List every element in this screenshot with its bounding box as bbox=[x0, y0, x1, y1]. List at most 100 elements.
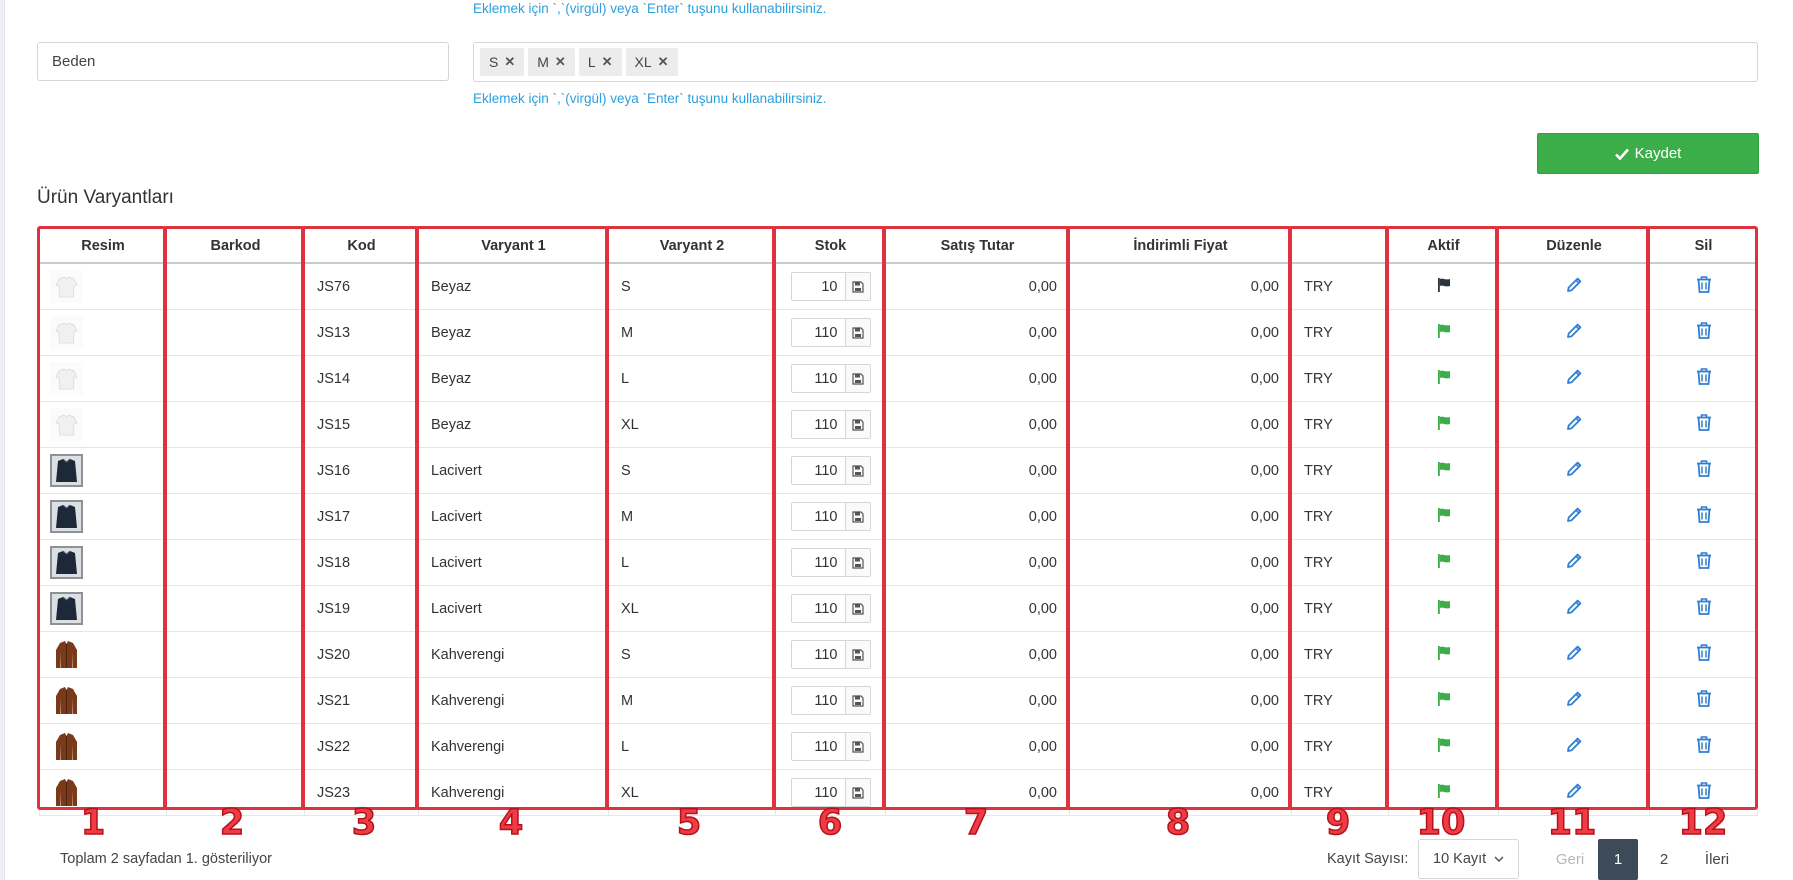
pagination-prev[interactable]: Geri bbox=[1548, 839, 1592, 880]
tag-label: M bbox=[537, 54, 549, 70]
tag-remove-icon[interactable]: ✕ bbox=[602, 54, 613, 70]
edit-button[interactable] bbox=[1565, 598, 1583, 616]
stock-save-button[interactable] bbox=[844, 456, 871, 485]
active-toggle[interactable] bbox=[1436, 415, 1452, 431]
tag-remove-icon[interactable]: ✕ bbox=[658, 54, 669, 70]
variant-thumbnail[interactable] bbox=[50, 408, 156, 441]
edit-button[interactable] bbox=[1565, 460, 1583, 478]
delete-button[interactable] bbox=[1695, 413, 1713, 432]
sale-price-cell: 0,00 bbox=[885, 447, 1070, 494]
stock-save-button[interactable] bbox=[844, 318, 871, 347]
stock-input[interactable] bbox=[790, 548, 845, 577]
edit-button[interactable] bbox=[1565, 782, 1583, 800]
stock-save-button[interactable] bbox=[844, 640, 871, 669]
variant-1-cell: Lacivert bbox=[418, 585, 609, 632]
variant-thumbnail[interactable] bbox=[50, 546, 156, 579]
attribute-name-input[interactable]: Beden bbox=[37, 42, 449, 81]
delete-button[interactable] bbox=[1695, 735, 1713, 754]
variant-thumbnail[interactable] bbox=[50, 270, 156, 303]
delete-button[interactable] bbox=[1695, 551, 1713, 570]
variant-thumbnail[interactable] bbox=[50, 362, 156, 395]
stock-save-button[interactable] bbox=[844, 686, 871, 715]
stock-input[interactable] bbox=[790, 410, 845, 439]
delete-button[interactable] bbox=[1695, 275, 1713, 294]
edit-button[interactable] bbox=[1565, 276, 1583, 294]
stock-input[interactable] bbox=[790, 640, 845, 669]
active-toggle[interactable] bbox=[1436, 691, 1452, 707]
stock-save-button[interactable] bbox=[844, 548, 871, 577]
delete-button[interactable] bbox=[1695, 689, 1713, 708]
stock-save-button[interactable] bbox=[844, 272, 871, 301]
col-header-image: Resim bbox=[39, 228, 167, 264]
active-toggle[interactable] bbox=[1436, 783, 1452, 799]
variant-image-cell bbox=[39, 723, 167, 770]
variant-1-cell: Beyaz bbox=[418, 309, 609, 356]
delete-button[interactable] bbox=[1695, 505, 1713, 524]
stock-save-button[interactable] bbox=[844, 502, 871, 531]
trash-icon bbox=[1696, 644, 1711, 661]
stock-input[interactable] bbox=[790, 364, 845, 393]
edit-button[interactable] bbox=[1565, 644, 1583, 662]
pagination-next[interactable]: İleri bbox=[1692, 839, 1742, 880]
table-row: JS18LacivertL0,000,00TRY bbox=[39, 539, 1758, 586]
active-cell bbox=[1388, 401, 1499, 448]
flag-icon bbox=[1437, 691, 1450, 706]
edit-button[interactable] bbox=[1565, 414, 1583, 432]
edit-button[interactable] bbox=[1565, 506, 1583, 524]
delete-button[interactable] bbox=[1695, 459, 1713, 478]
delete-button[interactable] bbox=[1695, 643, 1713, 662]
active-cell bbox=[1388, 723, 1499, 770]
active-toggle[interactable] bbox=[1436, 277, 1452, 293]
currency-cell: TRY bbox=[1291, 447, 1389, 494]
stock-save-button[interactable] bbox=[844, 594, 871, 623]
variant-thumbnail[interactable] bbox=[50, 684, 156, 717]
stock-input[interactable] bbox=[790, 456, 845, 485]
stock-save-button[interactable] bbox=[844, 778, 871, 807]
active-toggle[interactable] bbox=[1436, 737, 1452, 753]
currency-cell: TRY bbox=[1291, 585, 1389, 632]
variant-thumbnail[interactable] bbox=[50, 500, 156, 533]
edit-button[interactable] bbox=[1565, 736, 1583, 754]
stock-input[interactable] bbox=[790, 272, 845, 301]
active-toggle[interactable] bbox=[1436, 461, 1452, 477]
variant-thumbnail[interactable] bbox=[50, 730, 156, 763]
stock-input[interactable] bbox=[790, 318, 845, 347]
variant-thumbnail[interactable] bbox=[50, 316, 156, 349]
tag-remove-icon[interactable]: ✕ bbox=[555, 54, 566, 70]
edit-button[interactable] bbox=[1565, 322, 1583, 340]
pagination-page-1[interactable]: 1 bbox=[1598, 839, 1638, 880]
active-toggle[interactable] bbox=[1436, 645, 1452, 661]
stock-input[interactable] bbox=[790, 594, 845, 623]
variant-thumbnail[interactable] bbox=[50, 592, 156, 625]
stock-save-button[interactable] bbox=[844, 364, 871, 393]
stock-save-button[interactable] bbox=[844, 732, 871, 761]
active-toggle[interactable] bbox=[1436, 553, 1452, 569]
active-toggle[interactable] bbox=[1436, 507, 1452, 523]
variant-thumbnail[interactable] bbox=[50, 454, 156, 487]
save-button[interactable]: Kaydet bbox=[1537, 133, 1759, 174]
stock-save-button[interactable] bbox=[844, 410, 871, 439]
edit-button[interactable] bbox=[1565, 690, 1583, 708]
delete-button[interactable] bbox=[1695, 597, 1713, 616]
variant-thumbnail[interactable] bbox=[50, 638, 156, 671]
attribute-values-tag-input[interactable]: S ✕ M ✕ L ✕ XL ✕ bbox=[473, 42, 1758, 82]
delete-button[interactable] bbox=[1695, 321, 1713, 340]
stock-input[interactable] bbox=[790, 732, 845, 761]
floppy-icon bbox=[851, 602, 864, 615]
active-toggle[interactable] bbox=[1436, 323, 1452, 339]
stock-input[interactable] bbox=[790, 686, 845, 715]
delete-button[interactable] bbox=[1695, 367, 1713, 386]
trash-icon bbox=[1696, 460, 1711, 477]
per-page-select[interactable]: 10 Kayıt bbox=[1418, 839, 1519, 879]
tag-label: S bbox=[489, 54, 499, 70]
edit-button[interactable] bbox=[1565, 368, 1583, 386]
stock-input[interactable] bbox=[790, 502, 845, 531]
pagination-page-2[interactable]: 2 bbox=[1644, 839, 1684, 880]
tag-remove-icon[interactable]: ✕ bbox=[504, 54, 515, 70]
edit-cell bbox=[1498, 447, 1650, 494]
edit-button[interactable] bbox=[1565, 552, 1583, 570]
delete-button[interactable] bbox=[1695, 781, 1713, 800]
edit-cell bbox=[1498, 723, 1650, 770]
active-toggle[interactable] bbox=[1436, 369, 1452, 385]
active-toggle[interactable] bbox=[1436, 599, 1452, 615]
